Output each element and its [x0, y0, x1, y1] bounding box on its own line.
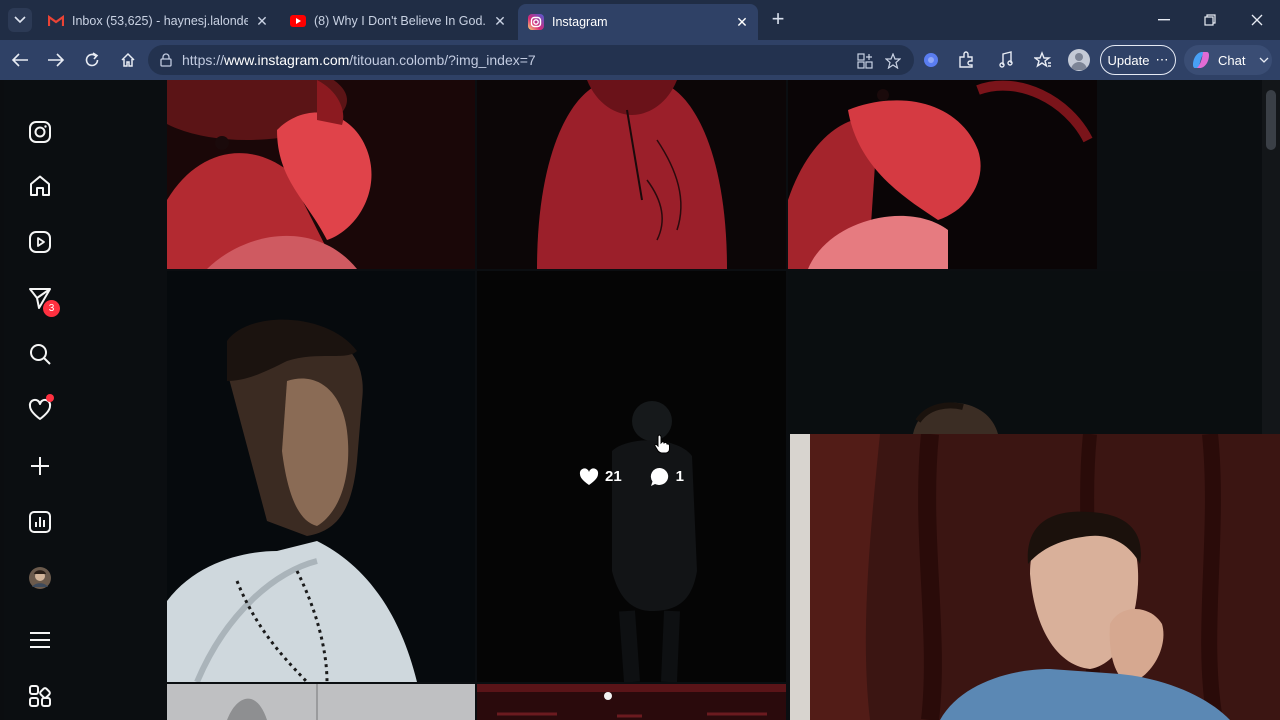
- post-thumbnail[interactable]: [167, 271, 475, 682]
- url-text: https://www.instagram.com/titouan.colomb…: [182, 52, 536, 68]
- comments-stat: 1: [650, 467, 684, 487]
- close-tab-icon[interactable]: ✕: [492, 13, 508, 29]
- hand-cursor-icon: [654, 434, 670, 454]
- arrow-right-icon: [48, 53, 65, 67]
- chat-label: Chat: [1218, 52, 1246, 68]
- browser-tab-bar: Inbox (53,625) - haynesj.lalonde@ ✕ (8) …: [0, 0, 1280, 40]
- scrollbar-thumb[interactable]: [1266, 90, 1276, 150]
- arrow-left-icon: [11, 53, 28, 67]
- instagram-sidebar: 3: [4, 80, 76, 720]
- messages-badge: 3: [43, 300, 60, 317]
- restore-button[interactable]: [1198, 8, 1222, 32]
- create-plus-icon[interactable]: [26, 452, 54, 480]
- dashboard-icon[interactable]: [26, 508, 54, 536]
- tab-youtube[interactable]: (8) Why I Don't Believe In God. - Yo ✕: [280, 6, 516, 36]
- tab-title: (8) Why I Don't Believe In God. - Yo: [314, 14, 486, 28]
- messages-icon[interactable]: 3: [26, 284, 60, 317]
- home-button[interactable]: [116, 48, 140, 72]
- post-image: [167, 271, 475, 682]
- also-from-meta-icon[interactable]: [26, 682, 54, 710]
- copilot-chat-button[interactable]: Chat: [1184, 45, 1272, 75]
- close-window-button[interactable]: [1245, 8, 1269, 32]
- tab-instagram[interactable]: Instagram ✕: [518, 4, 758, 40]
- tab-title: Instagram: [552, 15, 608, 29]
- search-icon[interactable]: [26, 340, 54, 368]
- comments-count: 1: [675, 468, 685, 485]
- post-image: [788, 80, 1097, 269]
- address-bar[interactable]: https://www.instagram.com/titouan.colomb…: [148, 45, 914, 75]
- profile-avatar-button[interactable]: [1068, 49, 1090, 71]
- post-image: [167, 80, 475, 269]
- copilot-icon: [1193, 52, 1209, 68]
- notifications-heart-icon[interactable]: [26, 394, 54, 424]
- update-label: Update: [1107, 52, 1150, 68]
- back-button[interactable]: [8, 48, 32, 72]
- home-icon: [121, 52, 135, 67]
- lock-icon: [158, 52, 174, 68]
- likes-count: 21: [604, 468, 622, 485]
- extension-puzzle-blue-icon[interactable]: [920, 49, 942, 71]
- forward-button[interactable]: [44, 48, 68, 72]
- post-thumbnail[interactable]: [477, 684, 786, 720]
- post-image: [477, 684, 786, 720]
- post-image: [788, 271, 1262, 434]
- tab-gmail[interactable]: Inbox (53,625) - haynesj.lalonde@ ✕: [38, 6, 278, 36]
- favorite-star-icon[interactable]: [883, 51, 903, 71]
- post-thumbnail[interactable]: [788, 80, 1097, 269]
- person-icon: [1071, 53, 1087, 70]
- webcam-overlay: [790, 434, 1280, 720]
- more-dots-icon: ⋯: [1155, 52, 1169, 67]
- browser-toolbar: https://www.instagram.com/titouan.colomb…: [0, 40, 1280, 80]
- new-tab-button[interactable]: +: [766, 8, 790, 32]
- comment-filled-icon: [650, 467, 668, 486]
- chevron-down-icon[interactable]: [1259, 57, 1269, 63]
- close-tab-icon[interactable]: ✕: [254, 13, 270, 29]
- post-thumbnail[interactable]: [477, 80, 786, 269]
- gmail-icon: [48, 13, 64, 29]
- reload-icon: [85, 52, 99, 67]
- favorites-icon[interactable]: [1032, 49, 1054, 71]
- minimize-icon: [1158, 19, 1170, 21]
- post-thumbnail[interactable]: [167, 80, 475, 269]
- heart-filled-icon: [579, 467, 599, 485]
- more-menu-icon[interactable]: [26, 626, 54, 654]
- post-thumbnail[interactable]: [788, 271, 1262, 434]
- reload-button[interactable]: [80, 48, 104, 72]
- update-button[interactable]: Update ⋯: [1100, 45, 1176, 75]
- notification-dot: [46, 394, 54, 402]
- post-image: [167, 684, 475, 720]
- chevron-down-icon: [14, 16, 26, 24]
- restore-icon: [1204, 14, 1216, 26]
- instagram-icon: [528, 14, 544, 30]
- reels-icon[interactable]: [26, 228, 54, 256]
- close-icon: [1251, 14, 1263, 26]
- post-image: [477, 80, 786, 269]
- webcam-feed: [790, 434, 1280, 720]
- profile-avatar[interactable]: [26, 564, 54, 592]
- post-thumbnail-hovered[interactable]: 21 1: [477, 271, 786, 682]
- media-control-icon[interactable]: [996, 49, 1018, 71]
- tab-actions-menu-button[interactable]: [8, 8, 32, 32]
- minimize-button[interactable]: [1152, 8, 1176, 32]
- tab-title: Inbox (53,625) - haynesj.lalonde@: [72, 14, 248, 28]
- youtube-icon: [290, 13, 306, 29]
- home-icon[interactable]: [26, 172, 54, 200]
- post-thumbnail[interactable]: [167, 684, 475, 720]
- likes-stat: 21: [579, 467, 622, 486]
- post-hover-stats: 21 1: [477, 271, 786, 682]
- extensions-icon[interactable]: [955, 49, 977, 71]
- app-available-icon[interactable]: [855, 51, 875, 71]
- close-tab-icon[interactable]: ✕: [734, 14, 750, 30]
- instagram-logo-icon[interactable]: [26, 118, 54, 146]
